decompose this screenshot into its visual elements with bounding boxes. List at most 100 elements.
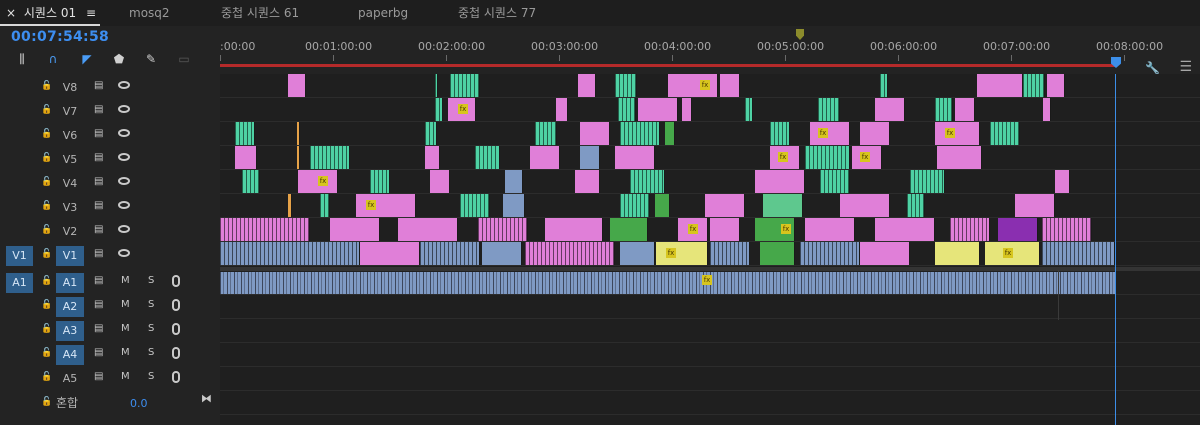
video-clip[interactable] <box>425 146 440 169</box>
mute-button[interactable]: M <box>121 323 130 334</box>
voiceover-mic-icon[interactable] <box>172 347 180 359</box>
video-clip[interactable] <box>682 98 692 121</box>
video-clip[interactable] <box>575 170 600 193</box>
lane-mix[interactable] <box>220 391 1200 415</box>
video-clip[interactable] <box>760 242 795 265</box>
mute-button[interactable]: M <box>121 299 130 310</box>
visibility-eye-icon[interactable] <box>118 153 130 161</box>
mute-button[interactable]: M <box>121 347 130 358</box>
video-clip[interactable] <box>356 194 416 217</box>
video-clip[interactable] <box>880 74 888 97</box>
captions-icon[interactable]: ▭ <box>176 51 192 67</box>
video-clip[interactable] <box>955 98 975 121</box>
track-name[interactable]: V6 <box>56 126 84 146</box>
lane-a3[interactable] <box>220 319 1200 343</box>
time-ruler[interactable]: :00:00 00:01:00:00 00:02:00:00 00:03:00:… <box>220 26 1200 75</box>
lock-icon[interactable]: 🔓 <box>41 372 52 382</box>
video-clip[interactable] <box>805 146 850 169</box>
solo-button[interactable]: S <box>148 371 154 382</box>
video-clip[interactable] <box>482 242 522 265</box>
video-clip[interactable] <box>840 194 890 217</box>
video-clip[interactable] <box>297 146 300 169</box>
video-clip[interactable] <box>875 98 905 121</box>
sync-lock-icon[interactable]: ▤ <box>94 323 103 334</box>
sync-lock-icon[interactable]: ▤ <box>94 275 103 286</box>
video-clip[interactable] <box>505 170 523 193</box>
video-clip[interactable] <box>990 122 1020 145</box>
video-clip[interactable] <box>478 218 528 241</box>
track-name[interactable]: A3 <box>56 321 84 341</box>
sync-lock-icon[interactable]: ▤ <box>94 176 103 187</box>
video-clip[interactable] <box>805 218 855 241</box>
video-clip[interactable] <box>545 218 603 241</box>
video-clip[interactable] <box>1047 74 1065 97</box>
sync-lock-icon[interactable]: ▤ <box>94 152 103 163</box>
sync-lock-icon[interactable]: ▤ <box>94 80 103 91</box>
visibility-eye-icon[interactable] <box>118 105 130 113</box>
lane-a5[interactable] <box>220 367 1200 391</box>
video-clip[interactable] <box>620 242 655 265</box>
video-clip[interactable] <box>578 74 596 97</box>
lock-icon[interactable]: 🔓 <box>41 153 52 163</box>
video-clip[interactable] <box>668 74 718 97</box>
lock-icon[interactable]: 🔓 <box>41 105 52 115</box>
track-name[interactable]: A2 <box>56 297 84 317</box>
video-clip[interactable] <box>297 122 300 145</box>
video-clip[interactable] <box>705 194 745 217</box>
lock-icon[interactable]: 🔓 <box>41 324 52 334</box>
visibility-eye-icon[interactable] <box>118 249 130 257</box>
tab-nested-sequence-61[interactable]: 중첩 시퀀스 61 <box>221 0 299 26</box>
marker-icon[interactable]: ⬟ <box>111 51 127 67</box>
timeline-tracks[interactable]: fx fx fx fx fx fx fx fx fx fx fx fx fx <box>220 74 1200 425</box>
video-clip[interactable] <box>937 146 982 169</box>
video-clip[interactable] <box>620 194 650 217</box>
video-clip[interactable] <box>935 98 953 121</box>
visibility-eye-icon[interactable] <box>118 177 130 185</box>
video-clip[interactable] <box>935 242 980 265</box>
video-clip[interactable] <box>610 218 648 241</box>
video-clip[interactable] <box>656 242 708 265</box>
video-clip[interactable] <box>556 98 568 121</box>
video-clip[interactable] <box>525 242 615 265</box>
lock-icon[interactable]: 🔓 <box>41 348 52 358</box>
visibility-eye-icon[interactable] <box>118 225 130 233</box>
track-name[interactable]: V5 <box>56 150 84 170</box>
solo-button[interactable]: S <box>148 275 154 286</box>
work-area-bar[interactable] <box>220 64 1116 67</box>
video-clip[interactable] <box>235 146 257 169</box>
video-clip[interactable] <box>710 218 740 241</box>
track-name[interactable]: V1 <box>56 246 84 266</box>
sync-lock-icon[interactable]: ▤ <box>94 224 103 235</box>
track-name[interactable]: A1 <box>56 273 84 293</box>
video-clip[interactable] <box>770 122 790 145</box>
video-clip[interactable] <box>435 74 438 97</box>
sync-lock-icon[interactable]: ▤ <box>94 104 103 115</box>
playhead-timecode[interactable]: 00:07:54:58 <box>11 29 109 45</box>
voiceover-mic-icon[interactable] <box>172 323 180 335</box>
track-name[interactable]: V4 <box>56 174 84 194</box>
lock-icon[interactable]: 🔓 <box>41 201 52 211</box>
linked-selection-icon[interactable]: ∩ <box>45 51 61 67</box>
video-clip[interactable] <box>288 194 292 217</box>
settings-wrench-icon[interactable]: ✎ <box>143 51 159 67</box>
sync-lock-icon[interactable]: ▤ <box>94 248 103 259</box>
video-clip[interactable] <box>875 218 935 241</box>
video-clip[interactable] <box>1042 218 1092 241</box>
video-clip[interactable] <box>530 146 560 169</box>
sync-lock-icon[interactable]: ▤ <box>94 200 103 211</box>
tab-sequence-01[interactable]: × 시퀀스 01 ≡ <box>6 0 96 26</box>
lock-icon[interactable]: 🔓 <box>41 177 52 187</box>
video-clip[interactable] <box>360 242 420 265</box>
sequence-marker-icon[interactable] <box>796 29 804 40</box>
video-clip[interactable] <box>810 122 850 145</box>
video-clip[interactable] <box>820 170 850 193</box>
close-icon[interactable]: × <box>6 6 16 20</box>
video-clip[interactable] <box>420 242 480 265</box>
video-clip[interactable] <box>1043 98 1051 121</box>
video-clip[interactable] <box>620 122 660 145</box>
video-clip[interactable] <box>288 74 306 97</box>
video-clip[interactable] <box>638 98 678 121</box>
tab-paperbg[interactable]: paperbg <box>358 0 408 26</box>
track-name[interactable]: V7 <box>56 102 84 122</box>
video-clip[interactable] <box>535 122 557 145</box>
